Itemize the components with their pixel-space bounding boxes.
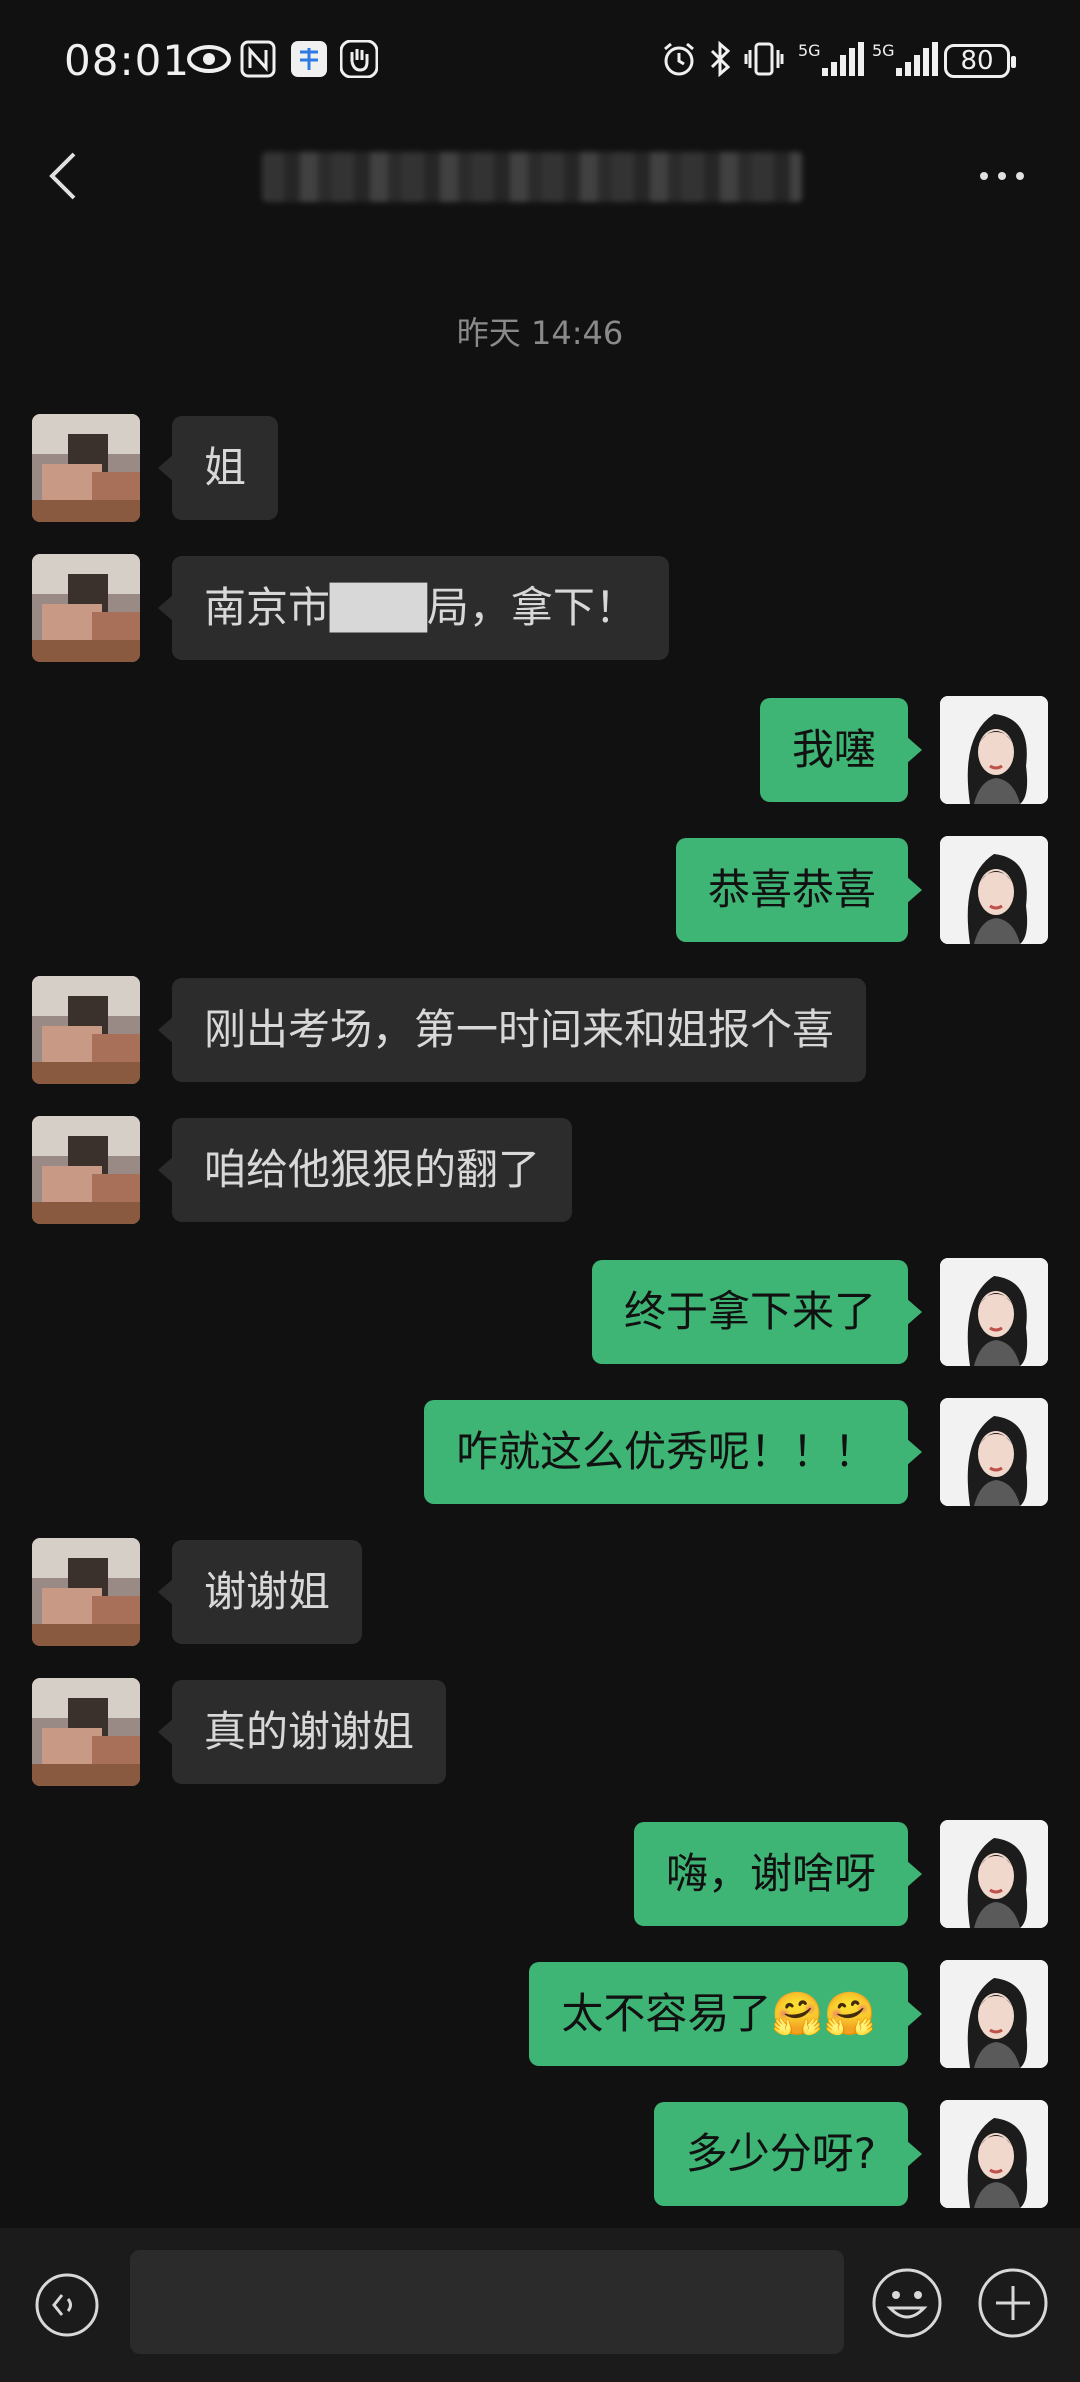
incoming-message: 谢谢姐 [0, 1538, 1080, 1646]
self-avatar[interactable] [940, 1820, 1048, 1928]
self-avatar[interactable] [940, 836, 1048, 944]
signal-5g-icon: 5G [798, 40, 864, 78]
self-avatar[interactable] [940, 1960, 1048, 2068]
message-bubble[interactable]: 太不容易了🤗🤗 [529, 1962, 922, 2066]
incoming-message: 姐 [0, 414, 1080, 522]
signal-label: 5G [798, 41, 821, 60]
signal-5g-icon: 5G [872, 40, 938, 78]
outgoing-message: 咋就这么优秀呢！！！ [0, 1398, 1080, 1506]
self-avatar[interactable] [940, 1398, 1048, 1506]
contact-avatar[interactable] [32, 554, 140, 662]
message-bubble[interactable]: 姐 [157, 416, 279, 520]
signal-label: 5G [872, 41, 895, 60]
incoming-message: 真的谢谢姐 [0, 1678, 1080, 1786]
outgoing-message: 我噻 [0, 696, 1080, 804]
message-bubble[interactable]: 咋就这么优秀呢！！！ [423, 1400, 923, 1504]
vibrate-icon [744, 40, 784, 78]
message-bubble[interactable]: 谢谢姐 [157, 1540, 363, 1644]
message-bubble[interactable]: 终于拿下来了 [591, 1260, 923, 1364]
hand-icon [339, 39, 379, 79]
chevron-left-icon[interactable] [40, 148, 90, 204]
alarm-icon [660, 40, 698, 78]
emoji-icon[interactable] [870, 2266, 944, 2340]
contact-avatar[interactable] [32, 1538, 140, 1646]
self-avatar[interactable] [940, 1258, 1048, 1366]
message-bubble[interactable]: 嗨，谢啥呀 [633, 1822, 923, 1926]
outgoing-message: 嗨，谢啥呀 [0, 1820, 1080, 1928]
chat-header [0, 124, 1080, 228]
more-icon[interactable] [976, 164, 1028, 188]
voice-icon[interactable] [34, 2272, 100, 2338]
message-timestamp: 昨天 14:46 [456, 314, 624, 352]
outgoing-message: 太不容易了🤗🤗 [0, 1960, 1080, 2068]
outgoing-message: 终于拿下来了 [0, 1258, 1080, 1366]
message-bubble[interactable]: 真的谢谢姐 [157, 1680, 447, 1784]
status-time: 08:01 [64, 36, 191, 85]
message-bubble[interactable]: 恭喜恭喜 [675, 838, 923, 942]
input-bar [0, 2228, 1080, 2382]
bluetooth-icon [708, 40, 734, 78]
outgoing-message: 多少分呀? [0, 2100, 1080, 2208]
contact-avatar[interactable] [32, 414, 140, 522]
nfc-icon [240, 40, 276, 78]
self-avatar[interactable] [940, 696, 1048, 804]
alipay-icon [290, 40, 328, 78]
outgoing-message: 恭喜恭喜 [0, 836, 1080, 944]
contact-avatar[interactable] [32, 1678, 140, 1786]
incoming-message: 南京市███局，拿下！ [0, 554, 1080, 662]
contact-avatar[interactable] [32, 976, 140, 1084]
message-bubble[interactable]: 多少分呀? [653, 2102, 923, 2206]
message-bubble[interactable]: 我噻 [759, 698, 923, 802]
message-bubble[interactable]: 刚出考场，第一时间来和姐报个喜 [157, 978, 867, 1082]
message-bubble[interactable]: 咱给他狠狠的翻了 [157, 1118, 573, 1222]
battery-indicator: 80 [944, 44, 1016, 78]
eye-icon [186, 40, 232, 78]
chat-title [262, 152, 802, 202]
incoming-message: 刚出考场，第一时间来和姐报个喜 [0, 976, 1080, 1084]
contact-avatar[interactable] [32, 1116, 140, 1224]
message-input[interactable] [130, 2250, 844, 2354]
incoming-message: 咱给他狠狠的翻了 [0, 1116, 1080, 1224]
plus-icon[interactable] [976, 2266, 1050, 2340]
message-bubble[interactable]: 南京市███局，拿下！ [158, 556, 669, 660]
status-bar: 08:01 5G 5G 80 [0, 0, 1080, 124]
self-avatar[interactable] [940, 2100, 1048, 2208]
